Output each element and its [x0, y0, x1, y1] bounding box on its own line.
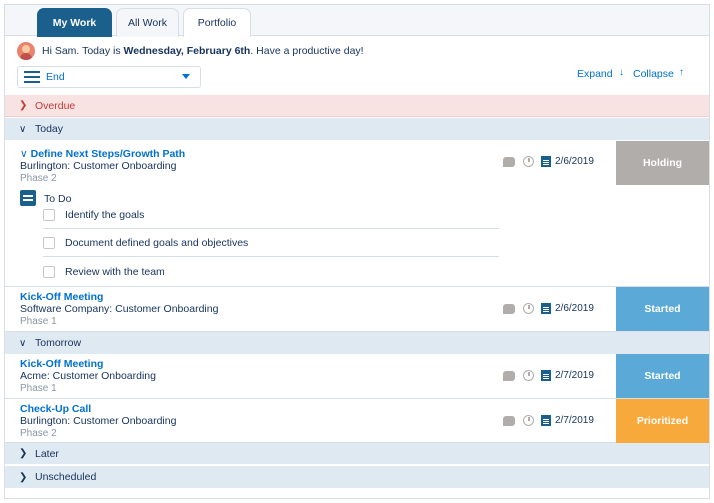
section-today[interactable]: ∨ Today: [5, 118, 709, 140]
todo-item: Review with the team: [43, 258, 499, 285]
section-label: Unscheduled: [35, 471, 97, 483]
section-unscheduled[interactable]: ❯ Unscheduled: [5, 466, 709, 488]
todo-checkbox[interactable]: [43, 237, 55, 249]
task-row: ∨ Define Next Steps/Growth Path Burlingt…: [5, 141, 709, 287]
section-label: Tomorrow: [35, 337, 82, 349]
todo-item: Identify the goals: [43, 202, 499, 229]
task-row: Kick-Off Meeting Acme: Customer Onboardi…: [5, 354, 709, 399]
task-meta: 2/7/2019: [503, 370, 594, 381]
task-phase: Phase 2: [20, 428, 57, 439]
section-label: Later: [35, 447, 59, 460]
task-project: Burlington: Customer Onboarding: [20, 160, 177, 172]
task-meta: 2/7/2019: [503, 415, 594, 426]
task-phase: Phase 1: [20, 316, 57, 327]
task-project: Software Company: Customer Onboarding: [20, 303, 219, 315]
chat-icon[interactable]: [503, 370, 515, 381]
chat-icon[interactable]: [503, 156, 515, 167]
tab-bar: My Work All Work Portfolio: [5, 5, 709, 37]
task-phase: Phase 1: [20, 383, 57, 394]
greeting-prefix: Hi Sam. Today is: [42, 45, 121, 57]
section-later[interactable]: ❯ Later: [5, 443, 709, 465]
section-tomorrow[interactable]: ∨ Tomorrow: [5, 332, 709, 354]
timer-icon[interactable]: [523, 370, 534, 381]
task-due-date: 2/6/2019: [555, 303, 594, 314]
todo-list-icon: [20, 190, 36, 206]
sort-select[interactable]: End: [17, 66, 201, 88]
chevron-down-icon: ∨: [20, 148, 28, 160]
tab-portfolio[interactable]: Portfolio: [183, 8, 251, 37]
calendar-icon: [541, 415, 551, 426]
chat-icon[interactable]: [503, 415, 515, 426]
chevron-right-icon: ❯: [19, 100, 28, 111]
task-due-date: 2/7/2019: [555, 415, 594, 426]
chevron-down-icon: [182, 74, 190, 79]
greeting-bar: Hi Sam. Today is Wednesday, February 6th…: [17, 41, 364, 61]
chevron-right-icon: ❯: [19, 471, 28, 483]
task-row: Check-Up Call Burlington: Customer Onboa…: [5, 399, 709, 443]
todo-item: Document defined goals and objectives: [43, 230, 499, 257]
section-label: Today: [35, 123, 64, 135]
task-meta: 2/6/2019: [503, 303, 594, 314]
expand-all-link[interactable]: Expand: [577, 68, 613, 80]
task-project: Acme: Customer Onboarding: [20, 370, 156, 382]
task-due-date: 2/6/2019: [555, 156, 594, 167]
timer-icon[interactable]: [523, 303, 534, 314]
todo-checkbox[interactable]: [43, 209, 55, 221]
status-badge[interactable]: Prioritized: [616, 399, 709, 443]
todo-item-label: Identify the goals: [65, 209, 145, 221]
task-project: Burlington: Customer Onboarding: [20, 415, 177, 427]
status-badge[interactable]: Started: [616, 287, 709, 331]
task-title-link[interactable]: ∨ Define Next Steps/Growth Path: [20, 148, 185, 160]
calendar-icon: [541, 370, 551, 381]
todo-label: To Do: [44, 193, 72, 205]
sort-selected-value: End: [46, 71, 65, 83]
avatar: [17, 42, 35, 60]
task-meta: 2/6/2019: [503, 156, 594, 167]
section-label: Overdue: [35, 99, 76, 112]
todo-checkbox[interactable]: [43, 265, 55, 278]
task-phase: Phase 2: [20, 173, 57, 184]
timer-icon[interactable]: [523, 415, 534, 426]
chevron-down-icon: ∨: [19, 123, 27, 135]
tab-all-work[interactable]: All Work: [116, 8, 179, 37]
double-chevron-up-icon[interactable]: ↑: [679, 67, 684, 78]
task-title-link[interactable]: Kick-Off Meeting: [20, 291, 103, 303]
chevron-down-icon: ∨: [19, 337, 27, 349]
section-overdue[interactable]: ❯ Overdue: [5, 95, 709, 117]
my-work-panel: My Work All Work Portfolio Hi Sam. Today…: [4, 4, 710, 499]
todo-item-label: Review with the team: [65, 265, 165, 278]
task-title-link[interactable]: Kick-Off Meeting: [20, 358, 103, 370]
calendar-icon: [541, 156, 551, 167]
collapse-all-link[interactable]: Collapse: [633, 68, 674, 80]
todo-item-label: Document defined goals and objectives: [65, 237, 249, 249]
greeting-date: Wednesday, February 6th: [123, 45, 251, 57]
calendar-icon: [541, 303, 551, 314]
timer-icon[interactable]: [523, 156, 534, 167]
chat-icon[interactable]: [503, 303, 515, 314]
status-badge[interactable]: Started: [616, 354, 709, 398]
double-chevron-down-icon[interactable]: ↓: [619, 67, 624, 78]
list-icon: [24, 70, 40, 84]
task-row: Kick-Off Meeting Software Company: Custo…: [5, 287, 709, 332]
chevron-right-icon: ❯: [19, 448, 28, 459]
task-title-link[interactable]: Check-Up Call: [20, 403, 91, 415]
greeting-suffix: . Have a productive day!: [250, 45, 364, 57]
status-badge[interactable]: Holding: [616, 141, 709, 185]
task-due-date: 2/7/2019: [555, 370, 594, 381]
tab-my-work[interactable]: My Work: [37, 8, 112, 37]
